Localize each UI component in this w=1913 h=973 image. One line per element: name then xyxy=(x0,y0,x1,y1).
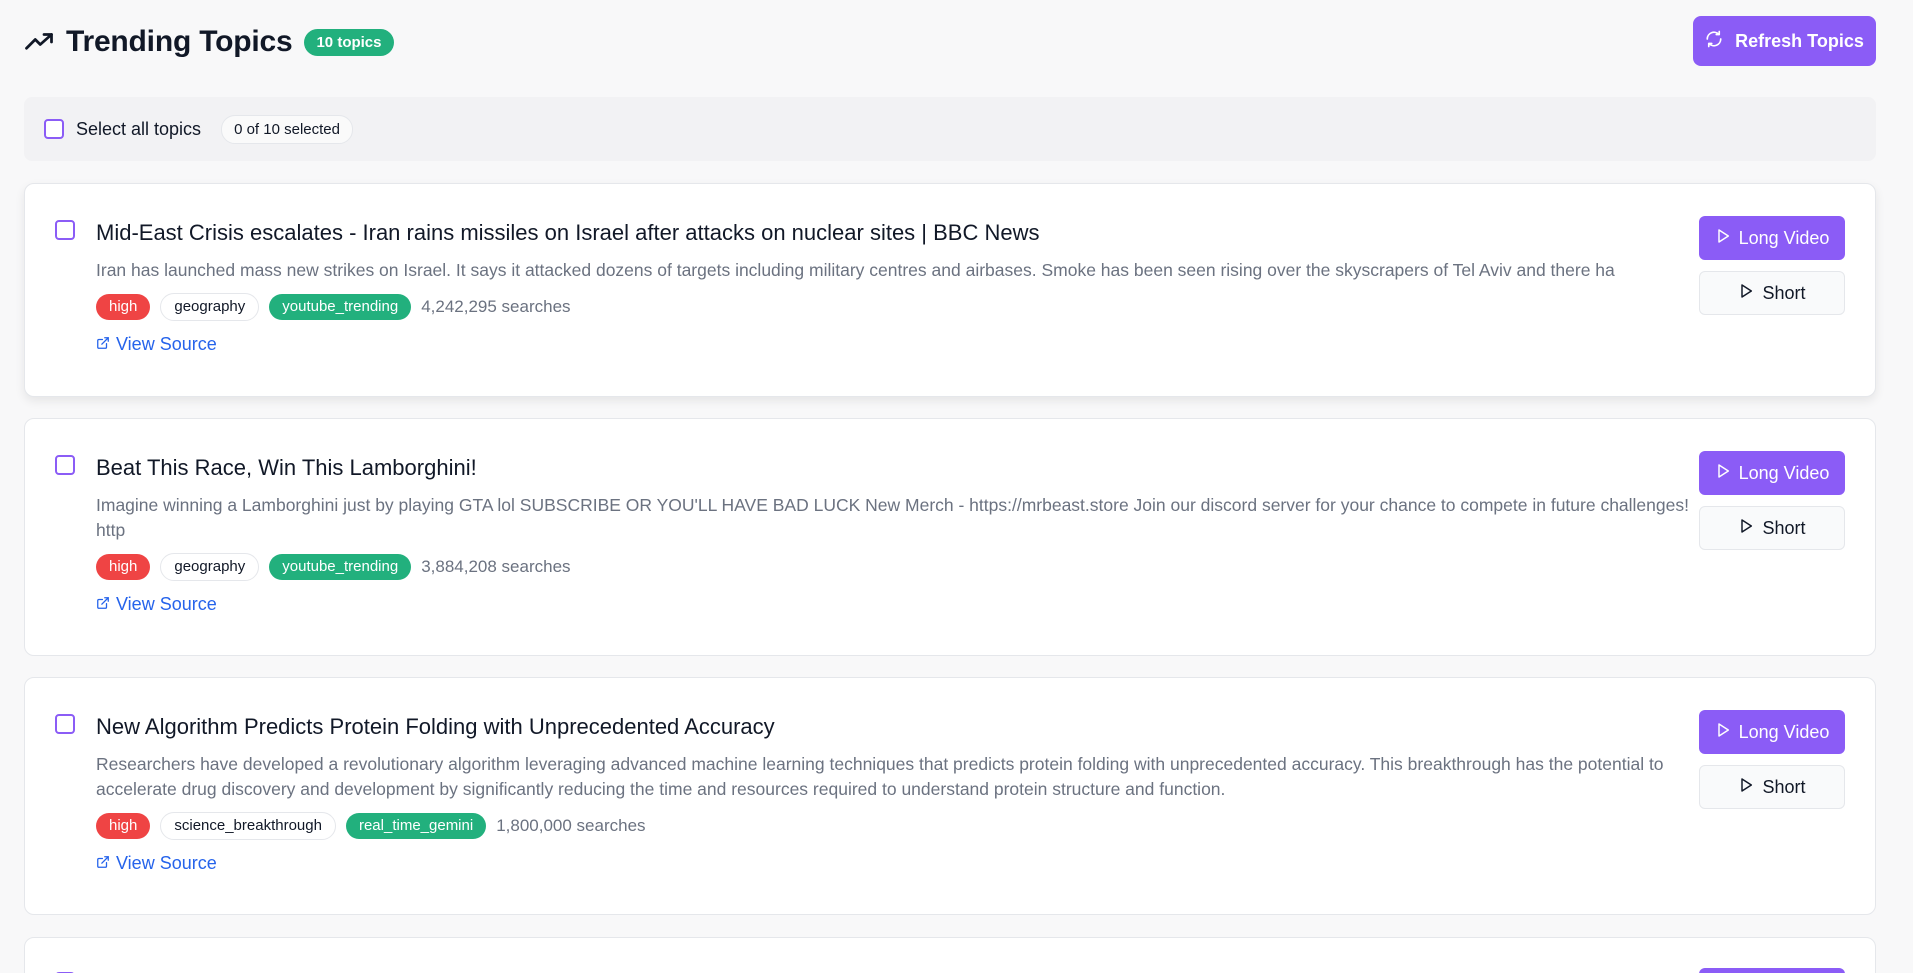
play-icon xyxy=(1715,228,1731,249)
trending-up-icon xyxy=(24,27,54,57)
topic-card-partial xyxy=(24,937,1876,973)
play-icon xyxy=(1738,518,1754,539)
topic-actions: Long Video Short xyxy=(1699,451,1845,550)
priority-badge: high xyxy=(96,294,151,320)
view-source-link[interactable]: View Source xyxy=(96,594,1696,615)
long-video-label: Long Video xyxy=(1738,721,1830,742)
select-all-bar: Select all topics 0 of 10 selected xyxy=(24,97,1876,161)
priority-badge: high xyxy=(96,554,151,580)
search-count: 4,242,295 searches xyxy=(421,297,571,316)
view-source-link[interactable]: View Source xyxy=(96,853,1696,874)
short-video-button[interactable]: Short xyxy=(1699,506,1845,550)
selected-count-badge: 0 of 10 selected xyxy=(221,114,353,144)
refresh-topics-label: Refresh Topics xyxy=(1735,30,1864,51)
search-count: 1,800,000 searches xyxy=(496,816,646,835)
long-video-label: Long Video xyxy=(1738,462,1830,483)
short-video-button[interactable]: Short xyxy=(1699,271,1845,315)
view-source-label: View Source xyxy=(116,594,217,614)
source-badge: youtube_trending xyxy=(269,294,412,320)
short-video-label: Short xyxy=(1762,776,1806,797)
topic-card: Beat This Race, Win This Lamborghini! Im… xyxy=(24,418,1876,656)
topic-tags: high geography youtube_trending 3,884,20… xyxy=(96,553,1696,581)
refresh-icon xyxy=(1705,30,1723,53)
view-source-label: View Source xyxy=(116,853,217,873)
source-badge: real_time_gemini xyxy=(345,813,487,839)
view-source-link[interactable]: View Source xyxy=(96,334,1696,355)
short-video-label: Short xyxy=(1762,282,1806,303)
topic-checkbox[interactable] xyxy=(55,220,75,240)
play-icon xyxy=(1715,722,1731,743)
play-icon xyxy=(1738,777,1754,798)
page-header: Trending Topics 10 topics Refresh Topics xyxy=(24,16,1876,68)
play-icon xyxy=(1715,463,1731,484)
external-link-icon xyxy=(96,594,110,615)
topic-actions: Long Video Short xyxy=(1699,216,1845,315)
external-link-icon xyxy=(96,334,110,355)
topic-card: New Algorithm Predicts Protein Folding w… xyxy=(24,677,1876,915)
topic-title: New Algorithm Predicts Protein Folding w… xyxy=(96,714,775,739)
priority-badge: high xyxy=(96,813,151,839)
category-badge: geography xyxy=(160,293,260,321)
long-video-button[interactable] xyxy=(1699,968,1845,973)
refresh-topics-button[interactable]: Refresh Topics xyxy=(1693,16,1876,66)
topic-description: Iran has launched mass new strikes on Is… xyxy=(96,260,1615,280)
short-video-button[interactable]: Short xyxy=(1699,765,1845,809)
long-video-button[interactable]: Long Video xyxy=(1699,216,1845,260)
source-badge: youtube_trending xyxy=(269,554,412,580)
topic-description: Researchers have developed a revolutiona… xyxy=(96,754,1664,799)
category-badge: science_breakthrough xyxy=(160,812,336,840)
topic-description: Imagine winning a Lamborghini just by pl… xyxy=(96,495,1689,540)
topic-card: Mid-East Crisis escalates - Iran rains m… xyxy=(24,183,1876,397)
external-link-icon xyxy=(96,853,110,874)
topic-tags: high geography youtube_trending 4,242,29… xyxy=(96,293,1696,321)
topic-actions: Long Video Short xyxy=(1699,710,1845,809)
long-video-button[interactable]: Long Video xyxy=(1699,451,1845,495)
topic-tags: high science_breakthrough real_time_gemi… xyxy=(96,812,1696,840)
select-all-label[interactable]: Select all topics xyxy=(76,119,201,140)
topic-count-badge: 10 topics xyxy=(304,28,394,56)
select-all-checkbox[interactable] xyxy=(44,119,64,139)
long-video-button[interactable]: Long Video xyxy=(1699,710,1845,754)
topic-title: Mid-East Crisis escalates - Iran rains m… xyxy=(96,220,1040,245)
play-icon xyxy=(1738,283,1754,304)
long-video-label: Long Video xyxy=(1738,227,1830,248)
topic-title: Beat This Race, Win This Lamborghini! xyxy=(96,455,477,480)
short-video-label: Short xyxy=(1762,517,1806,538)
search-count: 3,884,208 searches xyxy=(421,557,571,576)
topic-checkbox[interactable] xyxy=(55,455,75,475)
page-title: Trending Topics xyxy=(66,25,293,58)
topic-checkbox[interactable] xyxy=(55,714,75,734)
category-badge: geography xyxy=(160,553,260,581)
view-source-label: View Source xyxy=(116,334,217,354)
